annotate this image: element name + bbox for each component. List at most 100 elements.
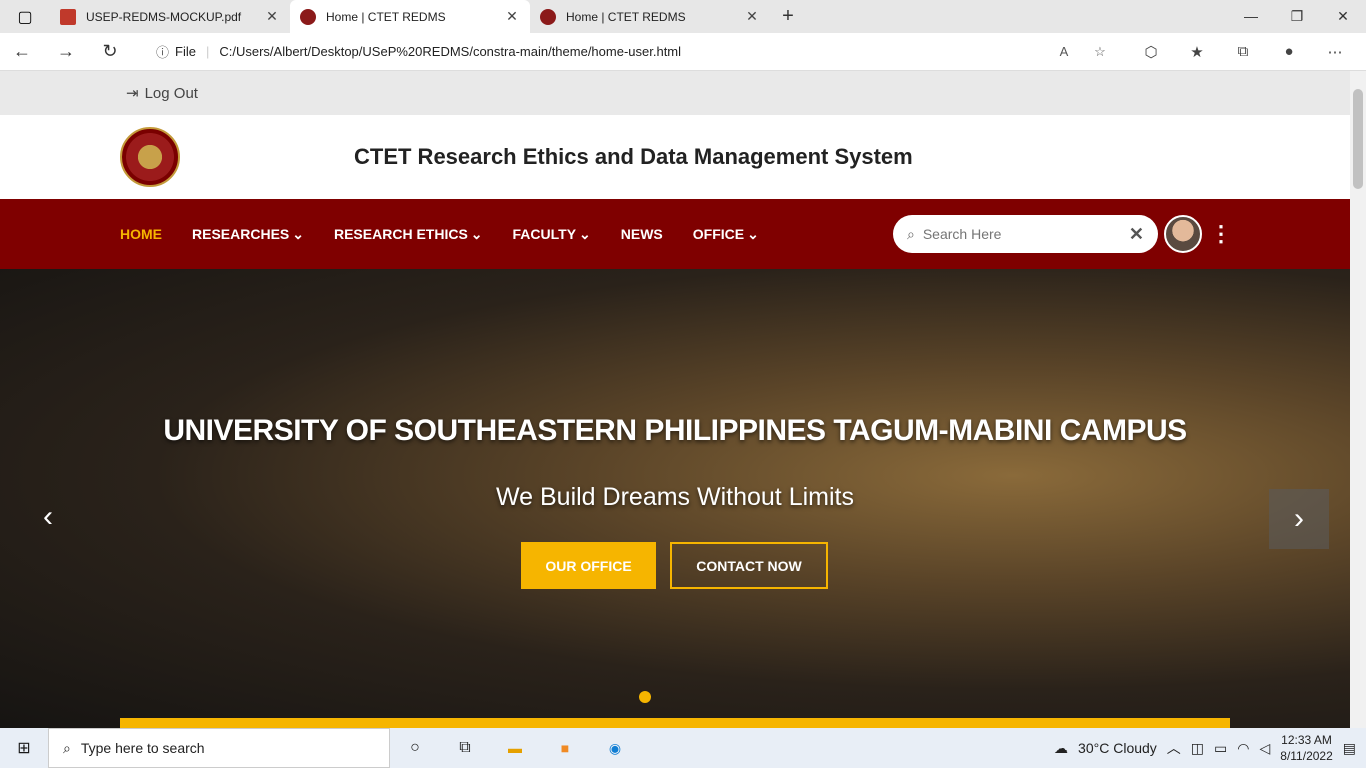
refresh-icon[interactable]: ↻ <box>88 41 132 62</box>
university-seal-logo[interactable] <box>120 127 180 187</box>
logout-link[interactable]: ⇥ Log Out <box>126 84 198 103</box>
file-explorer-icon[interactable]: ▬ <box>490 740 540 756</box>
url-box[interactable]: ⓘ File | C:/Users/Albert/Desktop/USeP%20… <box>138 36 1118 67</box>
read-aloud-icon[interactable]: A <box>1046 44 1082 59</box>
logout-label: Log Out <box>144 84 198 102</box>
restore-icon[interactable]: ❐ <box>1274 8 1320 25</box>
top-bar: ⇥ Log Out <box>0 71 1350 115</box>
new-tab-button[interactable]: + <box>770 5 806 28</box>
clear-search-icon[interactable]: ✕ <box>1129 224 1144 245</box>
weather-text[interactable]: 30°C Cloudy <box>1078 740 1157 756</box>
search-box: ⌕ ✕ <box>893 215 1158 253</box>
chevron-down-icon: ⌄ <box>747 225 759 242</box>
web-page: ⇥ Log Out CTET Research Ethics and Data … <box>0 71 1350 728</box>
tab-title: Home | CTET REDMS <box>566 9 686 24</box>
pdf-icon <box>60 8 76 25</box>
notification-icon[interactable]: ▤ <box>1343 740 1356 757</box>
back-icon[interactable]: ← <box>0 41 44 62</box>
close-tab-icon[interactable]: ✕ <box>744 8 760 25</box>
window-controls: — ❐ ✕ <box>1228 8 1366 25</box>
browser-tab-home-active[interactable]: Home | CTET REDMS ✕ <box>290 0 530 33</box>
site-header: CTET Research Ethics and Data Management… <box>0 115 1350 199</box>
extensions-icon[interactable]: ⬡ <box>1128 43 1174 61</box>
close-window-icon[interactable]: ✕ <box>1320 8 1366 25</box>
tab-actions-icon[interactable]: ▢ <box>0 7 50 27</box>
carousel-indicator[interactable] <box>639 691 651 703</box>
nav-item-faculty[interactable]: FACULTY ⌄ <box>513 226 591 243</box>
clock[interactable]: 12:33 AM 8/11/2022 <box>1280 732 1333 764</box>
minimize-icon[interactable]: — <box>1228 8 1274 25</box>
site-title: CTET Research Ethics and Data Management… <box>354 144 913 169</box>
nav-label: RESEARCH ETHICS <box>333 226 468 242</box>
chevron-down-icon: ⌄ <box>292 225 304 242</box>
carousel-next-icon[interactable]: › <box>1269 489 1329 549</box>
close-tab-icon[interactable]: ✕ <box>504 8 520 25</box>
windows-taskbar: ⊞ ⌕ Type here to search ○ ⧉ ▬ ■ ◉ ☁ 30°C… <box>0 728 1366 768</box>
our-office-button[interactable]: OUR OFFICE <box>521 542 656 589</box>
logout-icon: ⇥ <box>126 85 139 102</box>
forward-icon[interactable]: → <box>44 41 88 62</box>
nav-item-researches[interactable]: RESEARCHES ⌄ <box>192 226 304 243</box>
site-favicon-icon <box>540 8 556 25</box>
browser-tab-pdf[interactable]: USEP-REDMS-MOCKUP.pdf ✕ <box>50 0 290 33</box>
nav-label: RESEARCHES <box>192 226 290 242</box>
nav-label: OFFICE <box>692 226 745 242</box>
taskbar-search-placeholder: Type here to search <box>80 740 205 756</box>
favorites-icon[interactable]: ★ <box>1174 43 1220 61</box>
edge-browser-icon[interactable]: ◉ <box>590 740 640 757</box>
address-bar-row: ← → ↻ ⓘ File | C:/Users/Albert/Desktop/U… <box>0 33 1366 71</box>
taskbar-search[interactable]: ⌕ Type here to search <box>48 728 390 768</box>
search-input[interactable] <box>922 226 1129 242</box>
site-favicon-icon <box>300 8 316 25</box>
volume-icon[interactable]: ◁ <box>1259 740 1270 757</box>
chevron-down-icon: ⌄ <box>579 225 591 242</box>
system-tray: ☁ 30°C Cloudy ︿ ◫ ▭ ◠ ◁ 12:33 AM 8/11/20… <box>1054 732 1366 764</box>
nav-label: FACULTY <box>512 226 577 242</box>
browser-tab-home[interactable]: Home | CTET REDMS ✕ <box>530 0 770 33</box>
sublime-text-icon[interactable]: ■ <box>540 740 590 756</box>
browser-toolbar-right: ⬡ ★ ⧉ ● ⋯ <box>1128 43 1358 61</box>
carousel-prev-icon[interactable]: ‹ <box>30 489 66 545</box>
windows-start-icon[interactable]: ⊞ <box>0 738 48 758</box>
user-avatar[interactable] <box>1164 215 1202 253</box>
chevron-down-icon: ⌄ <box>470 225 483 242</box>
url-text[interactable]: C:/Users/Albert/Desktop/USeP%20REDMS/con… <box>219 44 1046 59</box>
clock-date: 8/11/2022 <box>1280 749 1333 763</box>
nav-item-home[interactable]: HOME <box>120 226 162 242</box>
favorite-add-icon[interactable]: ☆ <box>1082 44 1118 60</box>
browser-tab-bar: ▢ USEP-REDMS-MOCKUP.pdf ✕ Home | CTET RE… <box>0 0 1366 33</box>
cortana-icon[interactable]: ○ <box>390 739 440 757</box>
collections-icon[interactable]: ⧉ <box>1220 43 1266 61</box>
kebab-menu-icon[interactable]: ⋮ <box>1210 221 1232 247</box>
nav-label: HOME <box>120 226 162 242</box>
nav-label: NEWS <box>620 226 663 242</box>
tab-title: Home | CTET REDMS <box>326 9 446 24</box>
hero-subheading: We Build Dreams Without Limits <box>496 483 854 511</box>
contact-now-button[interactable]: CONTACT NOW <box>670 542 828 589</box>
page-scrollbar[interactable] <box>1350 71 1366 728</box>
tab-title: USEP-REDMS-MOCKUP.pdf <box>86 9 242 24</box>
file-label: File <box>175 44 196 59</box>
clock-time: 12:33 AM <box>1281 733 1332 747</box>
network-icon[interactable]: ◫ <box>1191 740 1204 757</box>
nav-item-news[interactable]: NEWS <box>621 226 663 242</box>
wifi-icon[interactable]: ◠ <box>1237 740 1249 757</box>
scrollbar-thumb[interactable] <box>1353 89 1363 189</box>
yellow-strip <box>120 718 1230 728</box>
hero-carousel: UNIVERSITY OF SOUTHEASTERN PHILIPPINES T… <box>0 269 1350 728</box>
hero-heading: UNIVERSITY OF SOUTHEASTERN PHILIPPINES T… <box>163 414 1187 447</box>
nav-item-office[interactable]: OFFICE ⌄ <box>693 226 759 243</box>
close-tab-icon[interactable]: ✕ <box>264 8 280 25</box>
url-separator: | <box>205 44 210 59</box>
main-nav: HOME RESEARCHES ⌄ RESEARCH ETHICS ⌄ FACULT… <box>0 199 1350 269</box>
search-icon: ⌕ <box>907 225 915 242</box>
task-view-icon[interactable]: ⧉ <box>440 739 490 757</box>
nav-item-research-ethics[interactable]: RESEARCH ETHICS ⌄ <box>334 226 483 243</box>
weather-icon: ☁ <box>1054 739 1069 756</box>
more-options-icon[interactable]: ⋯ <box>1312 43 1358 61</box>
chevron-up-icon[interactable]: ︿ <box>1167 738 1181 758</box>
profile-icon[interactable]: ● <box>1266 43 1312 61</box>
search-icon: ⌕ <box>63 739 71 756</box>
info-icon[interactable]: ⓘ <box>156 42 169 61</box>
battery-icon[interactable]: ▭ <box>1214 740 1227 757</box>
